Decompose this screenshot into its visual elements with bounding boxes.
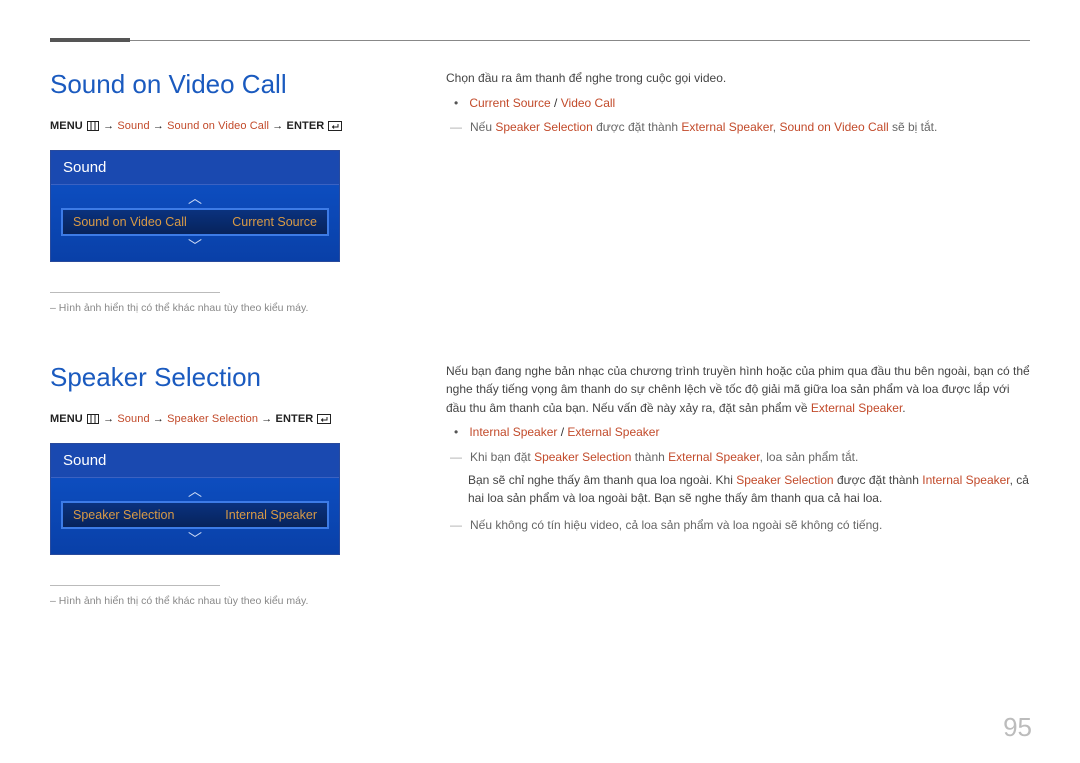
section-speaker-selection: Speaker Selection MENU → Sound → Speaker…	[50, 362, 1030, 609]
row-value: Current Source	[232, 215, 317, 229]
note-line: ― Nếu không có tín hiệu video, cả loa sả…	[450, 516, 1030, 535]
section-title: Sound on Video Call	[50, 69, 390, 100]
chevron-down-icon: ﹀	[61, 239, 329, 253]
menu-screenshot: Sound ︿ Sound on Video Call Current Sour…	[50, 150, 340, 262]
option-bullet: Current Source / Video Call	[454, 94, 1030, 113]
row-value: Internal Speaker	[225, 508, 317, 522]
note-line: ― Nếu Speaker Selection được đặt thành E…	[450, 118, 1030, 137]
caption: – Hình ảnh hiển thị có thể khác nhau tùy…	[50, 594, 390, 609]
row-label: Speaker Selection	[73, 508, 174, 522]
chevron-down-icon: ﹀	[61, 532, 329, 546]
paragraph: Nếu bạn đang nghe bản nhạc của chương tr…	[446, 362, 1030, 418]
screenshot-header: Sound	[51, 444, 339, 478]
section-sound-on-video-call: Sound on Video Call MENU → Sound → Sound…	[50, 69, 1030, 316]
chevron-up-icon: ︿	[61, 191, 329, 205]
divider	[50, 292, 220, 293]
menu-screenshot: Sound ︿ Speaker Selection Internal Speak…	[50, 443, 340, 555]
menu-path: MENU → Sound → Speaker Selection → ENTER	[50, 413, 390, 427]
option-bullet: Internal Speaker / External Speaker	[454, 423, 1030, 442]
enter-icon	[317, 414, 331, 427]
caption: – Hình ảnh hiển thị có thể khác nhau tùy…	[50, 301, 390, 316]
screenshot-row: Speaker Selection Internal Speaker	[61, 501, 329, 529]
divider	[50, 585, 220, 586]
screenshot-header: Sound	[51, 151, 339, 185]
header-rule	[50, 40, 1030, 41]
menu-path: MENU → Sound → Sound on Video Call → ENT…	[50, 120, 390, 134]
row-label: Sound on Video Call	[73, 215, 187, 229]
menu-label: MENU	[50, 120, 83, 132]
intro-text: Chọn đầu ra âm thanh để nghe trong cuộc …	[446, 69, 1030, 88]
chevron-up-icon: ︿	[61, 484, 329, 498]
menu-label: MENU	[50, 413, 83, 425]
enter-icon	[328, 121, 342, 134]
page-number: 95	[1003, 712, 1032, 743]
menu-grid-icon	[87, 121, 99, 134]
screenshot-row: Sound on Video Call Current Source	[61, 208, 329, 236]
menu-grid-icon	[87, 414, 99, 427]
note-sub: Bạn sẽ chỉ nghe thấy âm thanh qua loa ng…	[468, 471, 1030, 508]
section-title: Speaker Selection	[50, 362, 390, 393]
note-line: ― Khi bạn đặt Speaker Selection thành Ex…	[450, 448, 1030, 467]
